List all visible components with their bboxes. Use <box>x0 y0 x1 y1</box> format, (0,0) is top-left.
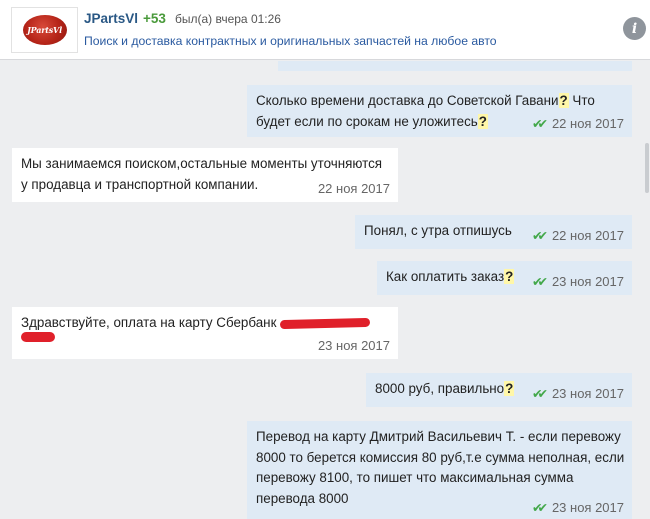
info-icon-glyph: i <box>631 20 638 37</box>
avatar[interactable]: JPartsVl <box>11 7 78 53</box>
message-bubble-outgoing: Как оплатить заказ? ✔✔ 23 ноя 2017 <box>377 261 632 295</box>
message-bubble-incoming: Здравствуйте, оплата на карту Сбербанк 2… <box>12 307 398 359</box>
message-meta: ✔✔ 23 ноя 2017 <box>532 386 624 402</box>
message-bubble-outgoing: 8000 руб, правильно? ✔✔ 23 ноя 2017 <box>366 373 632 407</box>
message-bubble-outgoing: Понял, с утра отпишусь ✔✔ 22 ноя 2017 <box>355 215 632 249</box>
scroll-thumb[interactable] <box>645 143 649 193</box>
message-bubble-incoming: Мы занимаемся поиском,остальные моменты … <box>12 148 398 202</box>
message-date: 23 ноя 2017 <box>317 338 390 353</box>
message-bubble-outgoing: Сколько времени доставка до Советской Га… <box>247 85 632 137</box>
redaction-mark <box>21 331 55 342</box>
chat-header: JPartsVl JPartsVl +53 был(а) вчера 01:26… <box>0 0 650 60</box>
message-date: 23 ноя 2017 <box>551 500 624 515</box>
message-date: 22 ноя 2017 <box>551 116 624 131</box>
message-text-part: Как оплатить заказ <box>386 269 505 284</box>
contact-rating: +53 <box>143 11 166 26</box>
last-seen-status: был(а) вчера 01:26 <box>175 12 281 26</box>
message-text: Перевод на карту Дмитрий Васильевич Т. -… <box>256 429 625 506</box>
chat-scrollbar[interactable] <box>644 61 650 519</box>
message-meta: ✔✔ 22 ноя 2017 <box>532 116 624 132</box>
message-text: 8000 руб, правильно? <box>375 381 515 396</box>
message-text-part: 8000 руб, правильно <box>375 381 505 396</box>
message-date: 22 ноя 2017 <box>551 228 624 243</box>
message-bubble-partial <box>278 61 632 71</box>
contact-name[interactable]: JPartsVl <box>84 11 138 26</box>
message-text-part: Сколько времени доставка до Советской Га… <box>256 93 559 108</box>
message-meta: ✔✔ 22 ноя 2017 <box>532 228 624 244</box>
message-date: 23 ноя 2017 <box>551 274 624 289</box>
message-bubble-outgoing: Перевод на карту Дмитрий Васильевич Т. -… <box>247 421 632 519</box>
message-meta: ✔✔ 23 ноя 2017 <box>532 274 624 290</box>
message-meta: 22 ноя 2017 <box>318 181 390 197</box>
message-text: Как оплатить заказ? <box>386 269 515 284</box>
logo-avatar-image: JPartsVl <box>22 15 67 45</box>
contact-description-link[interactable]: Поиск и доставка контрактных и оригиналь… <box>84 34 497 48</box>
double-check-icon: ✔✔ <box>531 275 548 289</box>
info-icon[interactable]: i <box>623 17 646 40</box>
question-mark-highlight: ? <box>504 269 515 284</box>
double-check-icon: ✔✔ <box>531 117 548 131</box>
redaction-mark <box>280 317 371 330</box>
message-date: 22 ноя 2017 <box>317 181 390 196</box>
message-meta: ✔✔ 23 ноя 2017 <box>532 500 624 516</box>
double-check-icon: ✔✔ <box>531 387 548 401</box>
message-list[interactable]: Сколько времени доставка до Советской Га… <box>0 61 644 519</box>
message-text: Понял, с утра отпишусь <box>364 223 512 238</box>
message-date: 23 ноя 2017 <box>551 386 624 401</box>
question-mark-highlight: ? <box>477 113 488 129</box>
double-check-icon: ✔✔ <box>531 501 548 515</box>
message-meta: 23 ноя 2017 <box>318 338 390 354</box>
question-mark-highlight: ? <box>504 381 515 396</box>
double-check-icon: ✔✔ <box>531 229 548 243</box>
question-mark-highlight: ? <box>558 93 569 108</box>
message-text-part: Здравствуйте, оплата на карту Сбербанк <box>21 315 277 330</box>
avatar-logo-text: JPartsVl <box>27 25 62 35</box>
